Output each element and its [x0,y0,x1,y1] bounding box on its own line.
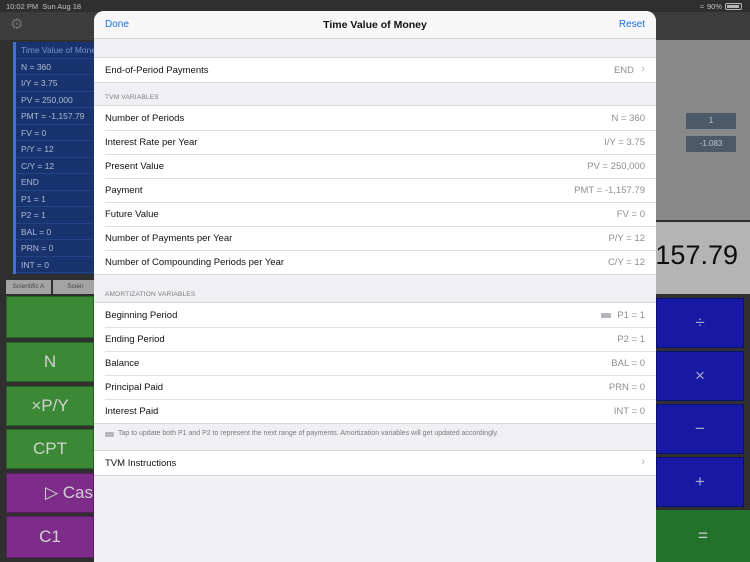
tvm-variable-row[interactable]: Future Value FV = 0 [94,202,656,226]
amortization-variable-row[interactable]: Beginning Period P1 = 1 [94,303,656,327]
reset-button[interactable]: Reset [619,19,645,30]
amortization-section-header: AMORTIZATION VARIABLES [105,291,196,298]
variable-label: Number of Periods [105,113,185,124]
tvm-variable-row[interactable]: Present Value PV = 250,000 [94,154,656,178]
variable-label: Number of Payments per Year [105,233,233,244]
payments-mode-value: END [613,65,634,76]
instructions-group: TVM Instructions › [94,450,656,476]
tvm-modal: Done Time Value of Money Reset End-of-Pe… [94,11,656,562]
variable-value: I/Y = 3.75 [604,137,645,148]
amortization-variable-row[interactable]: Ending Period P2 = 1 [94,327,656,351]
chevron-right-icon: › [641,456,645,468]
modal-navbar: Done Time Value of Money Reset [94,11,656,39]
amortization-variables-group: Beginning Period P1 = 1 Ending Period P2 = … [94,302,656,424]
variable-label: Number of Compounding Periods per Year [105,257,285,268]
payments-mode-group: End-of-Period Payments END › [94,57,656,83]
variable-label: Interest Paid [105,406,159,417]
payments-mode-row[interactable]: End-of-Period Payments END › [94,58,656,82]
variable-value: PRN = 0 [608,382,645,393]
variable-value: C/Y = 12 [607,257,645,268]
modal-title: Time Value of Money [323,19,427,31]
variable-label: Ending Period [105,334,165,345]
tvm-instructions-label: TVM Instructions [105,458,177,469]
variable-label: Payment [105,185,143,196]
variable-value: N = 360 [611,113,645,124]
variable-label: Beginning Period [105,310,178,321]
variable-value: BAL = 0 [611,358,645,369]
variable-value: P1 = 1 [617,310,645,321]
variable-label: Principal Paid [105,382,164,393]
amortization-footnote: Tap to update both P1 and P2 to represen… [94,424,656,450]
keyboard-icon [105,432,114,437]
variable-label: Present Value [105,161,164,172]
payments-mode-label: End-of-Period Payments [105,65,209,76]
variable-label: Interest Rate per Year [105,137,198,148]
footnote-text: Tap to update both P1 and P2 to represen… [118,430,499,437]
variable-value: P2 = 1 [617,334,645,345]
keyboard-icon [601,313,611,318]
tvm-variables-group: Number of Periods N = 360 Interest Rate pe… [94,105,656,275]
tvm-section-header: TVM VARIABLES [105,94,159,101]
tvm-variable-row[interactable]: Interest Rate per Year I/Y = 3.75 [94,130,656,154]
variable-value: INT = 0 [613,406,645,417]
variable-label: Future Value [105,209,159,220]
amortization-variable-row[interactable]: Interest Paid INT = 0 [94,399,656,423]
variable-value: PV = 250,000 [587,161,645,172]
tvm-variable-row[interactable]: Number of Compounding Periods per Year C/… [94,250,656,274]
variable-value: FV = 0 [616,209,645,220]
tvm-variable-row[interactable]: Number of Payments per Year P/Y = 12 [94,226,656,250]
tvm-variable-row[interactable]: Number of Periods N = 360 [94,106,656,130]
variable-value: P/Y = 12 [608,233,645,244]
tvm-variable-row[interactable]: Payment PMT = -1,157.79 [94,178,656,202]
tvm-instructions-row[interactable]: TVM Instructions › [94,451,656,475]
variable-label: Balance [105,358,140,369]
amortization-variable-row[interactable]: Balance BAL = 0 [94,351,656,375]
chevron-right-icon: › [641,63,645,75]
amortization-variable-row[interactable]: Principal Paid PRN = 0 [94,375,656,399]
variable-value: PMT = -1,157.79 [574,185,645,196]
